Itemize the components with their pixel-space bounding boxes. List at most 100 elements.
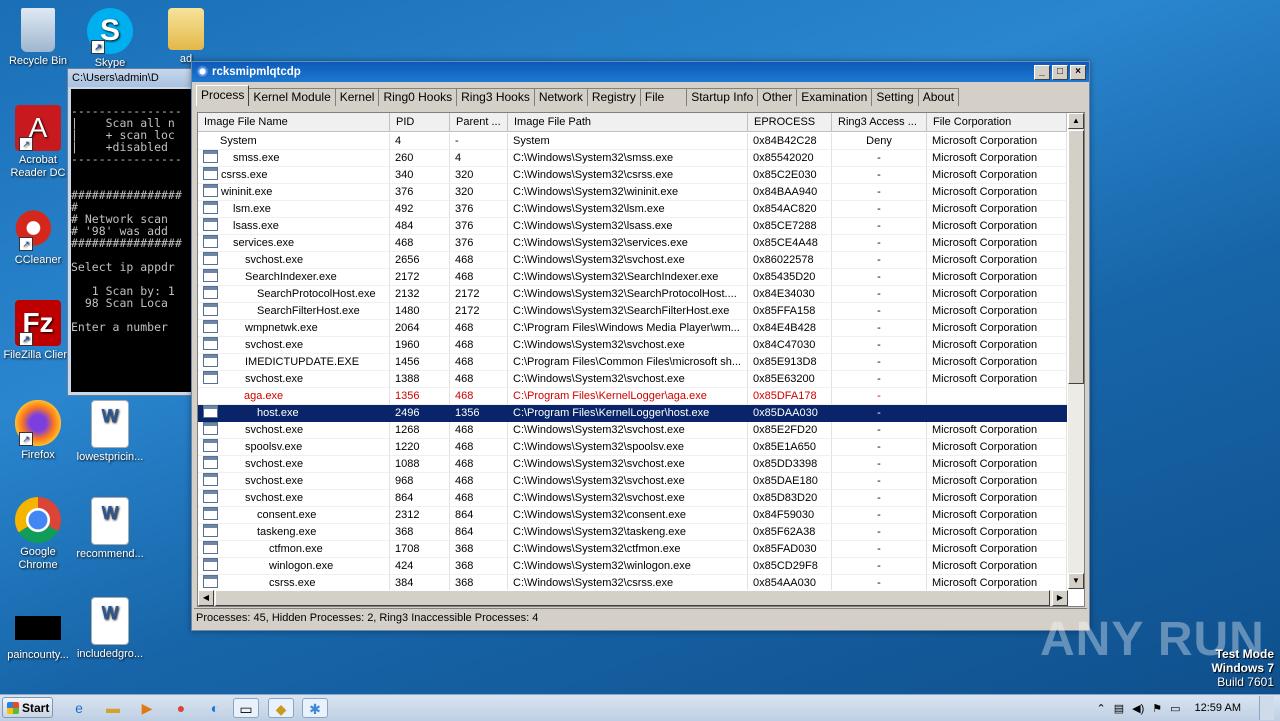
desktop-icon-recycle-bin[interactable]: Recycle Bin xyxy=(0,8,76,68)
cell-corporation: Microsoft Corporation xyxy=(927,303,1067,320)
table-row[interactable]: wmpnetwk.exe 2064 468 C:\Program Files\Wind… xyxy=(198,320,1067,337)
table-row[interactable]: taskeng.exe 368 864 C:\Windows\System32\tas… xyxy=(198,524,1067,541)
cell-image-name-text: aga.exe xyxy=(244,390,284,402)
scroll-right-arrow-icon[interactable]: ▶ xyxy=(1052,590,1068,606)
table-row[interactable]: svchost.exe 864 468 C:\Windows\System32\svc… xyxy=(198,490,1067,507)
process-window-icon xyxy=(203,456,218,469)
maximize-button[interactable]: □ xyxy=(1052,65,1068,80)
column-eprocess[interactable]: EPROCESS xyxy=(748,113,832,131)
column-parent[interactable]: Parent ... xyxy=(450,113,508,131)
table-row[interactable]: aga.exe 1356 468 C:\Program Files\KernelLog… xyxy=(198,388,1067,405)
process-manager-window[interactable]: rcksmipmlqtcdp _ □ × Process Kernel Modu… xyxy=(191,61,1090,631)
desktop-icon-filezilla[interactable]: Fz ↗ FileZilla Client xyxy=(0,300,76,362)
desktop-icon-black-file[interactable]: paincounty... xyxy=(0,612,76,662)
column-ring3-access[interactable]: Ring3 Access ... xyxy=(832,113,927,131)
column-image-file-path[interactable]: Image File Path xyxy=(508,113,748,131)
table-row[interactable]: ctfmon.exe 1708 368 C:\Windows\System32\ctf… xyxy=(198,541,1067,558)
tab-network[interactable]: Network xyxy=(533,88,588,106)
desktop-icon-chrome[interactable]: Google Chrome xyxy=(0,497,76,572)
table-row[interactable]: SearchFilterHost.exe 1480 2172 C:\Windows\S… xyxy=(198,303,1067,320)
network-icon[interactable]: ▤ xyxy=(1114,702,1124,715)
table-row[interactable]: winlogon.exe 424 368 C:\Windows\System32\wi… xyxy=(198,558,1067,575)
table-row[interactable]: svchost.exe 1388 468 C:\Windows\System32\sv… xyxy=(198,371,1067,388)
tab-ring0-hooks[interactable]: Ring0 Hooks xyxy=(378,88,458,106)
start-button[interactable]: Start xyxy=(2,697,53,718)
cell-eprocess: 0x85F62A38 xyxy=(748,524,832,541)
media-player-icon[interactable]: ▶ xyxy=(134,698,160,718)
cell-eprocess: 0x84F59030 xyxy=(748,507,832,524)
cell-parent: 468 xyxy=(450,371,508,388)
table-row[interactable]: svchost.exe 2656 468 C:\Windows\System32\sv… xyxy=(198,252,1067,269)
horizontal-scrollbar[interactable]: ◀ ▶ xyxy=(198,590,1068,606)
desktop-icon-doc1[interactable]: W lowestpricin... xyxy=(72,400,148,464)
volume-icon[interactable]: ◀) xyxy=(1132,702,1144,715)
cell-eprocess-text: 0x84F59030 xyxy=(753,509,815,521)
cell-pid: 424 xyxy=(390,558,450,575)
desktop-icon-doc2[interactable]: W recommend... xyxy=(72,497,148,561)
desktop-icon-ccleaner[interactable]: ↗ CCleaner xyxy=(0,205,76,267)
desktop-icon-folder[interactable]: ad xyxy=(148,8,224,66)
table-row[interactable]: svchost.exe 1088 468 C:\Windows\System32\sv… xyxy=(198,456,1067,473)
table-row[interactable]: svchost.exe 1268 468 C:\Windows\System32\sv… xyxy=(198,422,1067,439)
table-row[interactable]: spoolsv.exe 1220 468 C:\Windows\System32\sp… xyxy=(198,439,1067,456)
table-row-selected[interactable]: host.exe 2496 1356 C:\Program Files\KernelL… xyxy=(198,405,1067,422)
tab-process[interactable]: Process xyxy=(196,85,250,106)
vertical-scroll-thumb[interactable] xyxy=(1068,130,1084,384)
desktop-icon-firefox[interactable]: ↗ Firefox xyxy=(0,400,76,462)
tab-kernel-module[interactable]: Kernel Module xyxy=(248,88,336,106)
table-row[interactable]: SearchIndexer.exe 2172 468 C:\Windows\Syste… xyxy=(198,269,1067,286)
edge-icon[interactable]: ◐ xyxy=(202,698,228,718)
table-row[interactable]: svchost.exe 968 468 C:\Windows\System32\svc… xyxy=(198,473,1067,490)
display-icon[interactable]: ▭ xyxy=(1170,702,1180,715)
explorer-icon[interactable]: ▬ xyxy=(100,698,126,718)
tab-startup-info[interactable]: Startup Info xyxy=(686,88,759,106)
table-row[interactable]: smss.exe 260 4 C:\Windows\System32\smss.exe… xyxy=(198,150,1067,167)
tab-about[interactable]: About xyxy=(917,88,960,106)
show-desktop-button[interactable] xyxy=(1259,696,1274,720)
console-taskbar-icon[interactable]: ▭ xyxy=(233,698,259,718)
cell-eprocess: 0x85E2FD20 xyxy=(748,422,832,439)
column-pid[interactable]: PID xyxy=(390,113,450,131)
table-row[interactable]: IMEDICTUPDATE.EXE 1456 468 C:\Program Files… xyxy=(198,354,1067,371)
cell-path-text: C:\Windows\System32\svchost.exe xyxy=(513,254,685,266)
clock[interactable]: 12:59 AM xyxy=(1195,702,1241,714)
table-row[interactable]: svchost.exe 1960 468 C:\Windows\System32\sv… xyxy=(198,337,1067,354)
ie-icon[interactable]: e xyxy=(66,698,92,718)
desktop-icon-acrobat[interactable]: A ↗ Acrobat Reader DC xyxy=(0,105,76,180)
tab-setting[interactable]: Setting xyxy=(871,88,919,106)
window-titlebar[interactable]: rcksmipmlqtcdp _ □ × xyxy=(192,62,1089,82)
column-file-corporation[interactable]: File Corporation xyxy=(927,113,1067,131)
scroll-left-arrow-icon[interactable]: ◀ xyxy=(198,590,214,606)
table-row[interactable]: csrss.exe 340 320 C:\Windows\System32\csrss… xyxy=(198,167,1067,184)
desktop-icon-doc3[interactable]: W includedgro... xyxy=(72,597,148,661)
close-button[interactable]: × xyxy=(1070,65,1086,80)
tab-other[interactable]: Other xyxy=(757,88,798,106)
scroll-down-arrow-icon[interactable]: ▼ xyxy=(1068,573,1084,589)
horizontal-scroll-thumb[interactable] xyxy=(215,590,1050,606)
table-row[interactable]: consent.exe 2312 864 C:\Windows\System32\co… xyxy=(198,507,1067,524)
column-image-file-name[interactable]: Image File Name xyxy=(198,113,390,131)
scroll-up-arrow-icon[interactable]: ▲ xyxy=(1068,113,1084,129)
table-row[interactable]: services.exe 468 376 C:\Windows\System32\se… xyxy=(198,235,1067,252)
app-taskbar-icon[interactable]: ✱ xyxy=(302,698,328,718)
minimize-button[interactable]: _ xyxy=(1034,65,1050,80)
vertical-scrollbar[interactable]: ▲ ▼ xyxy=(1068,113,1084,589)
tab-registry[interactable]: Registry xyxy=(586,88,641,106)
desktop-icon-skype[interactable]: S ↗ Skype xyxy=(72,8,148,70)
tab-file[interactable]: File xyxy=(639,88,688,106)
table-row[interactable]: SearchProtocolHost.exe 2132 2172 C:\Windows… xyxy=(198,286,1067,303)
cell-ring3-access: - xyxy=(832,320,927,337)
tab-ring3-hooks[interactable]: Ring3 Hooks xyxy=(456,88,535,106)
table-row[interactable]: lsass.exe 484 376 C:\Windows\System32\lsass… xyxy=(198,218,1067,235)
table-row[interactable]: System 4 - System 0x84B42C28 Deny Microsoft Co… xyxy=(198,133,1067,150)
table-row[interactable]: lsm.exe 492 376 C:\Windows\System32\lsm.exe… xyxy=(198,201,1067,218)
chrome-taskbar-icon[interactable]: ● xyxy=(168,698,194,718)
table-row[interactable]: wininit.exe 376 320 C:\Windows\System32\win… xyxy=(198,184,1067,201)
tab-kernel[interactable]: Kernel xyxy=(334,88,380,106)
tray-expand-icon[interactable]: ⌃ xyxy=(1096,702,1105,715)
tab-examination[interactable]: Examination xyxy=(796,88,873,106)
action-center-flag-icon[interactable]: ⚑ xyxy=(1152,702,1162,715)
security-taskbar-icon[interactable]: ◆ xyxy=(268,698,294,718)
console-window[interactable]: C:\Users\admin\D ---------------- | Scan… xyxy=(67,68,195,396)
process-list[interactable]: Image File Name PID Parent ... Image Fil… xyxy=(197,112,1085,607)
